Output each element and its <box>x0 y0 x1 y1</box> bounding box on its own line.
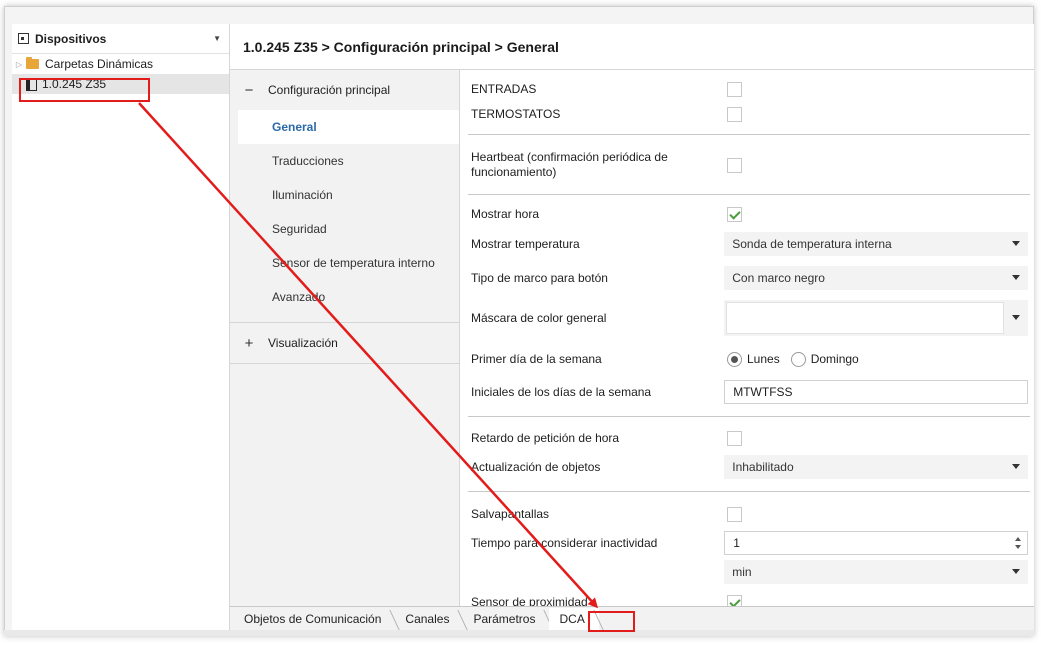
parameter-nav: − Configuración principal General Traduc… <box>230 70 460 606</box>
mascara-color-select[interactable] <box>724 300 1028 336</box>
param-label: Tiempo para considerar inactividad <box>471 535 658 550</box>
nav-item-sensor-temperatura[interactable]: Sensor de temperatura interno <box>230 246 459 280</box>
primer-dia-radio-group: Lunes Domingo <box>727 351 865 367</box>
param-salvapantallas: Salvapantallas <box>471 504 1028 524</box>
param-tiempo-inactividad: Tiempo para considerar inactividad 1 <box>471 531 1028 555</box>
nav-item-avanzado[interactable]: Avanzado <box>230 280 459 314</box>
radio-domingo[interactable] <box>790 351 806 367</box>
param-termostatos: TERMOSTATOS <box>471 105 1028 123</box>
iniciales-input[interactable]: MTWTFSS <box>724 380 1028 404</box>
folder-icon <box>26 57 39 69</box>
param-label: Máscara de color general <box>471 310 607 325</box>
mostrar-hora-checkbox[interactable] <box>727 206 742 222</box>
chevron-down-icon <box>1012 569 1020 574</box>
devices-header-label: Dispositivos <box>35 31 107 46</box>
param-label: Mostrar temperatura <box>471 236 580 251</box>
salvapantallas-checkbox[interactable] <box>727 506 742 522</box>
param-label: ENTRADAS <box>471 81 537 96</box>
param-primer-dia: Primer día de la semana Lunes Domingo <box>471 348 1028 370</box>
parameter-panel: ENTRADAS TERMOSTATOS Heartbeat (confirma… <box>460 70 1034 606</box>
tiempo-inactividad-stepper[interactable]: 1 <box>724 531 1028 555</box>
param-tipo-marco: Tipo de marco para botón Con marco negro <box>471 266 1028 290</box>
devices-icon <box>18 33 29 44</box>
sensor-proximidad-checkbox[interactable] <box>727 594 742 606</box>
param-label: Retardo de petición de hora <box>471 430 620 445</box>
param-retardo: Retardo de petición de hora <box>471 428 1028 448</box>
tiempo-unidad-select[interactable]: min <box>724 560 1028 584</box>
device-tree-panel: Dispositivos ▼ ▷ Carpetas Dinámicas 1.0.… <box>12 24 230 630</box>
expand-arrow-icon[interactable]: ▷ <box>12 60 26 69</box>
param-label: Primer día de la semana <box>471 351 602 366</box>
tree-item-carpetas[interactable]: ▷ Carpetas Dinámicas <box>12 54 229 74</box>
param-entradas: ENTRADAS <box>471 80 1028 98</box>
breadcrumb-text: 1.0.245 Z35 > Configuración principal > … <box>243 38 559 55</box>
param-mascara-color: Máscara de color general <box>471 298 1028 338</box>
chevron-down-icon[interactable]: ▼ <box>213 34 221 43</box>
divider <box>468 416 1030 417</box>
param-label: Actualización de objetos <box>471 459 601 474</box>
retardo-checkbox[interactable] <box>727 430 742 446</box>
nav-group-label: Configuración principal <box>268 83 391 97</box>
stepper-down-icon[interactable] <box>1015 545 1021 549</box>
highlight-box-device <box>19 78 150 102</box>
select-value: Con marco negro <box>732 271 825 285</box>
param-actualizacion: Actualización de objetos Inhabilitado <box>471 455 1028 479</box>
param-mostrar-hora: Mostrar hora <box>471 204 1028 224</box>
radio-label: Lunes <box>747 352 780 366</box>
nav-group-configuracion[interactable]: − Configuración principal <box>230 70 459 110</box>
stepper-up-icon[interactable] <box>1015 537 1021 541</box>
chevron-down-icon <box>1012 315 1020 320</box>
color-swatch <box>726 302 1004 334</box>
param-label: Mostrar hora <box>471 206 540 221</box>
nav-item-general[interactable]: General <box>238 110 459 144</box>
divider <box>468 194 1030 195</box>
termostatos-checkbox[interactable] <box>727 106 742 122</box>
tab-objetos-comunicacion[interactable]: Objetos de Comunicación <box>234 608 395 630</box>
stepper-value: 1 <box>733 536 740 550</box>
entradas-checkbox[interactable] <box>727 81 742 97</box>
breadcrumb: 1.0.245 Z35 > Configuración principal > … <box>230 24 1034 70</box>
radio-lunes[interactable] <box>727 351 742 367</box>
param-tiempo-unidad: min <box>471 560 1028 584</box>
select-value: Sonda de temperatura interna <box>732 237 892 251</box>
actualizacion-select[interactable]: Inhabilitado <box>724 455 1028 479</box>
nav-item-traducciones[interactable]: Traducciones <box>230 144 459 178</box>
tree-item-label: Carpetas Dinámicas <box>45 57 154 71</box>
heartbeat-checkbox[interactable] <box>727 157 742 173</box>
status-strip <box>4 630 1034 636</box>
param-label: Iniciales de los días de la semana <box>471 384 652 399</box>
param-mostrar-temperatura: Mostrar temperatura Sonda de temperatura… <box>471 232 1028 256</box>
param-label: TERMOSTATOS <box>471 106 561 121</box>
param-label: Tipo de marco para botón <box>471 270 608 285</box>
nav-group-visualizacion[interactable]: + Visualización <box>230 323 459 363</box>
chevron-down-icon <box>1012 464 1020 469</box>
nav-item-seguridad[interactable]: Seguridad <box>230 212 459 246</box>
mostrar-temperatura-select[interactable]: Sonda de temperatura interna <box>724 232 1028 256</box>
divider <box>468 134 1030 135</box>
nav-item-iluminacion[interactable]: Iluminación <box>230 178 459 212</box>
chevron-down-icon <box>1012 241 1020 246</box>
param-label: Sensor de proximidad <box>471 594 588 607</box>
chevron-down-icon <box>1012 275 1020 280</box>
tab-canales[interactable]: Canales <box>395 608 463 630</box>
select-value: min <box>732 565 752 579</box>
param-label: Salvapantallas <box>471 506 550 521</box>
select-value: Inhabilitado <box>732 460 794 474</box>
radio-label: Domingo <box>810 352 859 366</box>
param-sensor-proximidad: Sensor de proximidad <box>471 592 1028 606</box>
param-label: Heartbeat (confirmación periódica de fun… <box>471 150 668 179</box>
divider <box>468 491 1030 492</box>
highlight-box-dca-tab <box>588 611 635 632</box>
collapse-icon[interactable]: − <box>230 82 268 99</box>
param-heartbeat: Heartbeat (confirmación periódica de fun… <box>471 148 1028 182</box>
divider <box>230 363 459 364</box>
devices-header[interactable]: Dispositivos ▼ <box>12 24 229 54</box>
tipo-marco-select[interactable]: Con marco negro <box>724 266 1028 290</box>
tab-parametros[interactable]: Parámetros <box>463 608 549 630</box>
expand-icon[interactable]: + <box>230 335 268 352</box>
nav-group-label: Visualización <box>268 336 338 350</box>
param-iniciales: Iniciales de los días de la semana MTWTF… <box>471 380 1028 404</box>
